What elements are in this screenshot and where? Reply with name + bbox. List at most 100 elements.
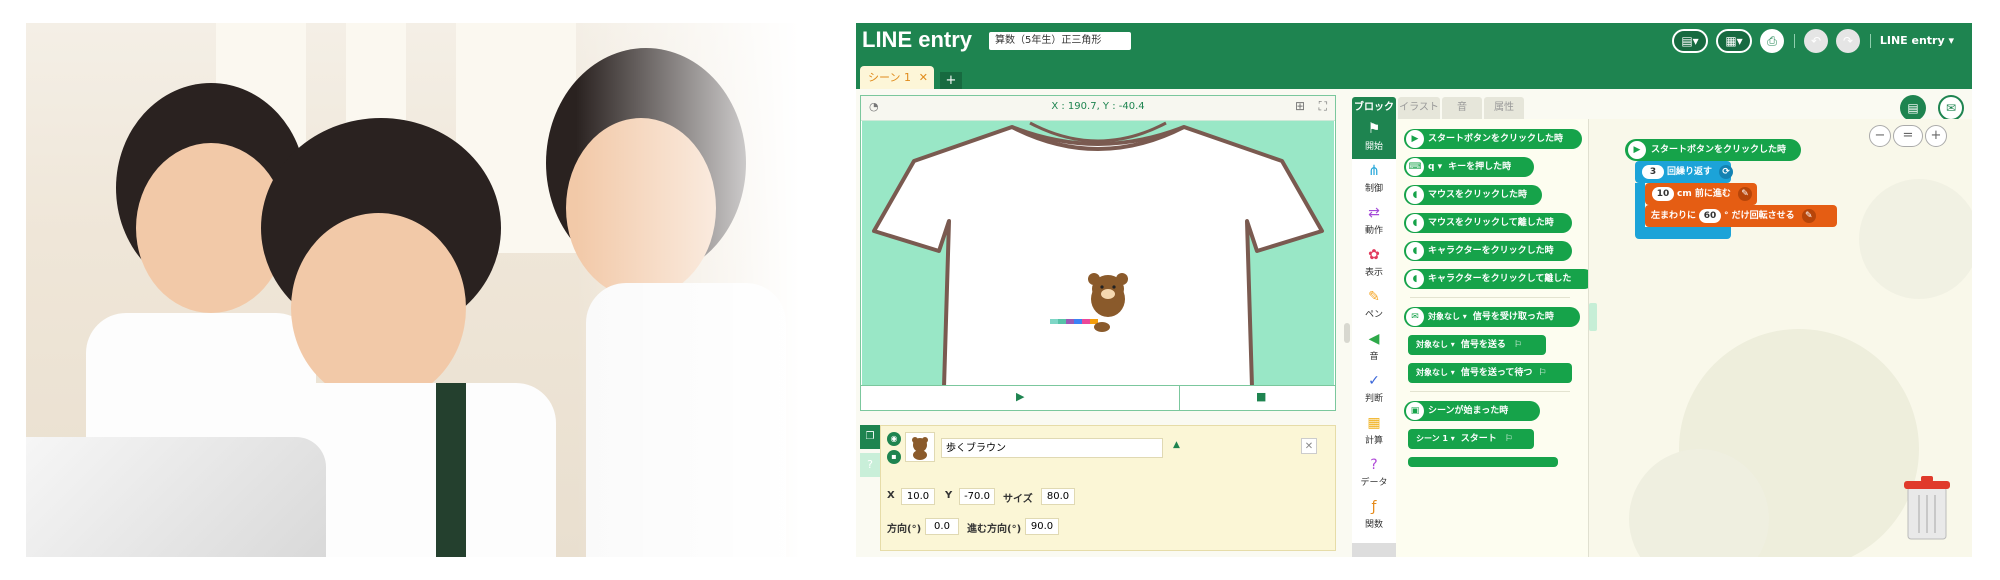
- board-icon: ✉: [1945, 101, 1957, 115]
- redo-icon: ↷: [1842, 34, 1854, 48]
- block-palette: ▶ スタートボタンをクリックした時 ⌨ q ▾ キーを押した時 ◖ マウスをクリックした…: [1396, 119, 1589, 557]
- size-label: サイズ: [1003, 494, 1033, 505]
- category-sound[interactable]: ◀ 音: [1352, 329, 1396, 369]
- signal-dropdown[interactable]: 対象なし ▾: [1416, 368, 1455, 377]
- objects-icon[interactable]: ❐: [860, 425, 880, 449]
- collapse-icon[interactable]: ▲: [1173, 440, 1180, 450]
- block-when-key-pressed[interactable]: ⌨ q ▾ キーを押した時: [1404, 157, 1534, 177]
- stage-controls: ▶ ■: [861, 385, 1335, 410]
- grid-icon[interactable]: ⊞: [1295, 99, 1305, 113]
- block-send-signal-and-wait[interactable]: 対象なし ▾ 信号を送って待つ ⚐: [1408, 363, 1572, 383]
- resize-handle[interactable]: [1344, 323, 1350, 343]
- scene-bar: シーン 1 ✕ +: [856, 60, 1972, 89]
- close-icon[interactable]: ✕: [919, 66, 928, 89]
- category-judgement[interactable]: ✓ 判断: [1352, 371, 1396, 411]
- key-dropdown[interactable]: q ▾: [1428, 162, 1442, 172]
- repeat-count-input[interactable]: 3: [1642, 165, 1664, 179]
- tab-sound[interactable]: 音: [1442, 97, 1482, 119]
- block-when-character-released[interactable]: ◖ キャラクターをクリックして離した: [1404, 269, 1588, 289]
- scene-tab[interactable]: シーン 1 ✕: [860, 66, 934, 89]
- chat-icon: ▤: [1907, 101, 1919, 115]
- tshirt-background: [872, 121, 1324, 387]
- tab-attributes[interactable]: 属性: [1484, 97, 1524, 119]
- scroll-down-icon[interactable]: [1352, 543, 1396, 557]
- stage-header: ◔ X : 190.7, Y : -40.4 ⊞ ⛶: [861, 96, 1335, 121]
- category-calculation[interactable]: ▦ 計算: [1352, 413, 1396, 453]
- stage-canvas[interactable]: [862, 121, 1334, 387]
- x-input[interactable]: 10.0: [901, 488, 935, 505]
- repeat-block[interactable]: 3 回繰り返す ⟳: [1635, 161, 1734, 183]
- stop-icon[interactable]: ■: [1256, 390, 1266, 403]
- category-function[interactable]: ƒ 関数: [1352, 497, 1396, 537]
- size-input[interactable]: 80.0: [1041, 488, 1075, 505]
- block-partial[interactable]: [1408, 457, 1558, 467]
- trash-icon[interactable]: [1902, 475, 1952, 543]
- tab-illustration[interactable]: イラスト: [1398, 97, 1440, 119]
- function-icon: ƒ: [1371, 499, 1377, 515]
- delete-object-icon[interactable]: ✕: [1301, 438, 1317, 454]
- fullscreen-icon[interactable]: ⛶: [1319, 99, 1327, 114]
- category-start[interactable]: ⚑ 開始: [1352, 119, 1396, 159]
- y-input[interactable]: -70.0: [959, 488, 995, 505]
- print-button[interactable]: ⎙: [1760, 29, 1784, 53]
- block-category-list: ⚑ 開始 ⋔ 制御 ⇄ 動作 ✿ 表示 ✎ ペン ◀ 音 ✓ 判断 ▦ 計算 ? データ ƒ 関数: [1352, 119, 1397, 557]
- block-when-character-clicked[interactable]: ◖ キャラクターをクリックした時: [1404, 241, 1572, 261]
- category-pen[interactable]: ✎ ペン: [1352, 287, 1396, 327]
- redo-button[interactable]: ↷: [1836, 29, 1860, 53]
- move-forward-block[interactable]: 10 cm 前に進む ✎: [1645, 183, 1757, 205]
- zoom-in-button[interactable]: +: [1925, 125, 1947, 147]
- move-icon: ⇄: [1368, 205, 1380, 221]
- block-start-scene[interactable]: シーン 1 ▾ スタート ⚐: [1408, 429, 1534, 449]
- palette-collapse-handle[interactable]: [1589, 303, 1597, 331]
- speech-bubble-button[interactable]: ▤: [1900, 95, 1926, 121]
- turn-block[interactable]: 左まわりに 60 ° だけ回転させる ✎: [1645, 205, 1837, 227]
- block-send-signal[interactable]: 対象なし ▾ 信号を送る ⚐: [1408, 335, 1546, 355]
- lock-icon[interactable]: ▪: [887, 450, 901, 464]
- file-menu-button[interactable]: ▤▾: [1672, 29, 1708, 53]
- script-workspace[interactable]: − = + ▶ スタートボタンをクリックした時 3 回繰り返す ⟳ 10 cm 前に…: [1589, 119, 1972, 557]
- user-menu[interactable]: LINE entry ▾: [1880, 34, 1954, 47]
- block-when-mouse-released[interactable]: ◖ マウスをクリックして離した時: [1404, 213, 1572, 233]
- block-when-scene-starts[interactable]: ▣ シーンが始まった時: [1404, 401, 1540, 421]
- mouse-icon: ◖: [1406, 270, 1424, 288]
- category-control[interactable]: ⋔ 制御: [1352, 161, 1396, 201]
- script-start-block[interactable]: ▶ スタートボタンをクリックした時: [1625, 139, 1801, 161]
- undo-button[interactable]: ↶: [1804, 29, 1828, 53]
- signal-icon: ✉: [1406, 308, 1424, 326]
- distance-input[interactable]: 10: [1652, 187, 1674, 201]
- mouse-coordinates: X : 190.7, Y : -40.4: [1051, 101, 1145, 112]
- y-label: Y: [945, 490, 953, 501]
- add-scene-button[interactable]: +: [940, 72, 962, 89]
- category-data[interactable]: ? データ: [1352, 455, 1396, 495]
- flag-icon: ⚐: [1538, 368, 1547, 378]
- play-icon[interactable]: ▶: [1016, 390, 1024, 403]
- help-icon[interactable]: ?: [860, 453, 880, 477]
- divider: [1410, 297, 1570, 298]
- eye-icon[interactable]: ◉: [887, 432, 901, 446]
- direction-label: 方向(°): [887, 524, 922, 535]
- object-name-input[interactable]: 歩くブラウン: [941, 438, 1163, 458]
- category-motion[interactable]: ⇄ 動作: [1352, 203, 1396, 243]
- scene-dropdown[interactable]: シーン 1 ▾: [1416, 434, 1455, 443]
- direction-input[interactable]: 0.0: [925, 518, 959, 535]
- divider: [1410, 391, 1570, 392]
- zoom-out-button[interactable]: −: [1869, 125, 1891, 147]
- block-when-mouse-clicked[interactable]: ◖ マウスをクリックした時: [1404, 185, 1542, 205]
- project-name-input[interactable]: 算数（5年生）正三角形: [989, 32, 1131, 50]
- block-when-start-clicked[interactable]: ▶ スタートボタンをクリックした時: [1404, 129, 1582, 149]
- pen-icon: ✎: [1368, 289, 1380, 305]
- angle-input[interactable]: 60: [1699, 209, 1722, 223]
- x-label: X: [887, 490, 895, 501]
- save-menu-button[interactable]: ▦▾: [1716, 29, 1752, 53]
- signal-dropdown[interactable]: 対象なし ▾: [1416, 340, 1455, 349]
- category-looks[interactable]: ✿ 表示: [1352, 245, 1396, 285]
- tab-blocks[interactable]: ブロック: [1352, 97, 1396, 119]
- block-when-signal-received[interactable]: ✉ 対象なし ▾ 信号を受け取った時: [1404, 307, 1580, 327]
- necktie: [436, 383, 466, 557]
- signal-dropdown[interactable]: 対象なし ▾: [1428, 312, 1467, 321]
- board-button[interactable]: ✉: [1938, 95, 1964, 121]
- zoom-reset-button[interactable]: =: [1893, 125, 1923, 147]
- move-direction-input[interactable]: 90.0: [1025, 518, 1059, 535]
- flag-icon: ⚐: [1513, 340, 1522, 350]
- move-direction-label: 進む方向(°): [967, 524, 1022, 535]
